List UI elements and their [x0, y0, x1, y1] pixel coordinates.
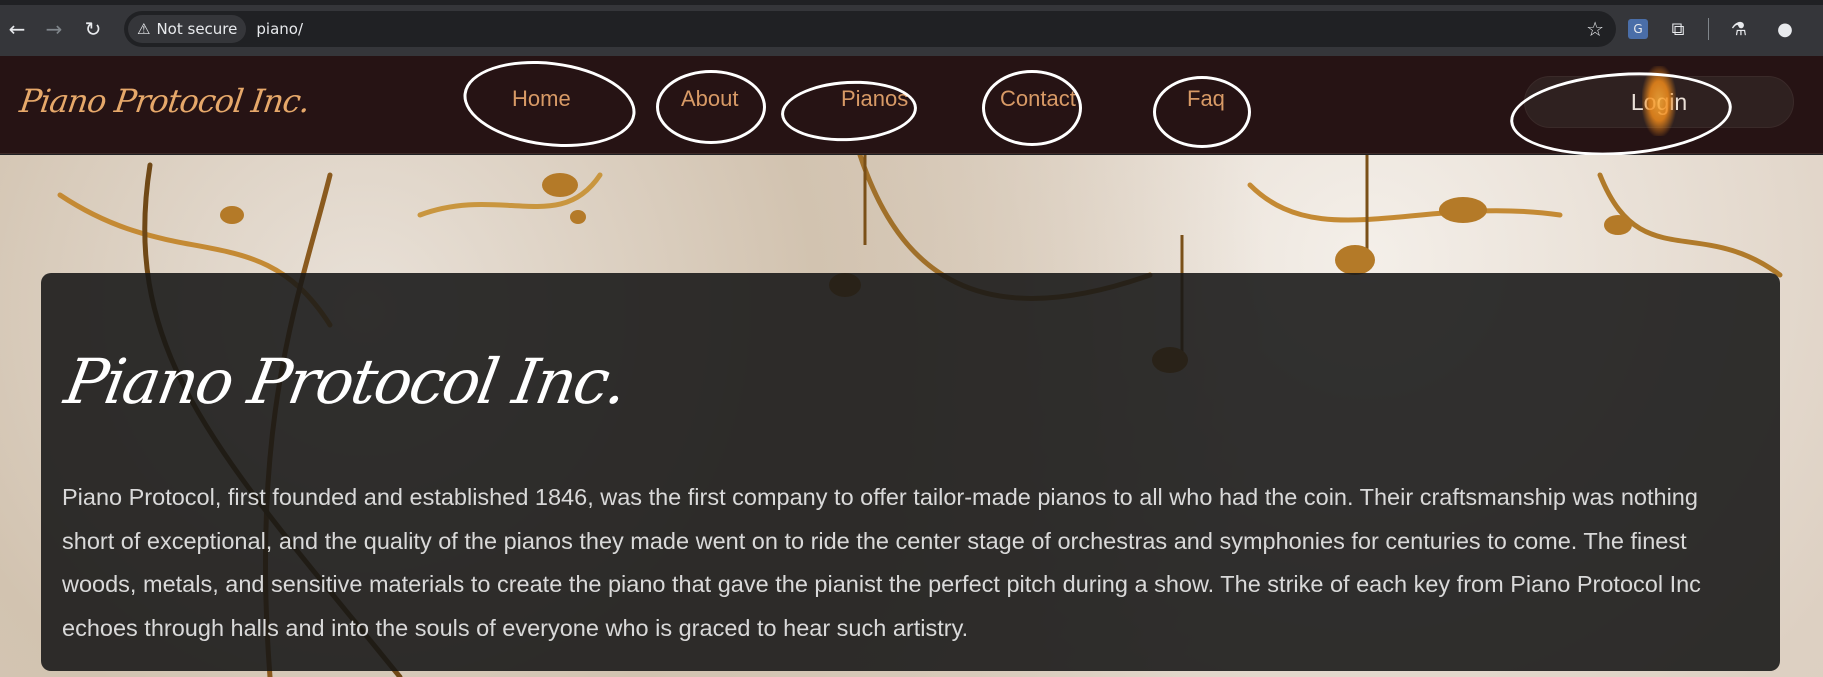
site-navbar: Piano Protocol Inc. Home About Pianos Co… [0, 56, 1823, 154]
hero-description: Piano Protocol, first founded and establ… [62, 484, 1701, 641]
login-glow-accent [1642, 66, 1676, 136]
nav-home-link[interactable]: Home [512, 86, 571, 112]
tab-strip [0, 0, 1823, 5]
security-label: Not secure [156, 20, 238, 38]
labs-flask-icon[interactable]: ⚗ [1723, 13, 1755, 45]
profile-avatar-icon[interactable]: ● [1769, 13, 1801, 45]
translate-icon[interactable]: G [1628, 19, 1648, 39]
hero-title: Piano Protocol Inc. [59, 345, 632, 418]
url-text[interactable]: piano/ [256, 20, 303, 38]
extensions-area: G ⧉ ⚗ ● ⋮ [1628, 13, 1823, 45]
warning-icon: ⚠ [137, 20, 151, 38]
brand-logo[interactable]: Piano Protocol Inc. [17, 82, 311, 120]
nav-contact-link[interactable]: Contact [1000, 86, 1076, 112]
bookmark-star-icon[interactable]: ☆ [1586, 17, 1604, 41]
browser-toolbar: ← → ↻ ⚠ Not secure piano/ ☆ G ⧉ ⚗ ● ⋮ [0, 0, 1823, 56]
toolbar-divider [1708, 18, 1709, 40]
address-bar[interactable]: ⚠ Not secure piano/ ☆ [124, 11, 1616, 47]
nav-about-link[interactable]: About [681, 86, 739, 112]
forward-icon[interactable]: → [39, 14, 69, 44]
back-icon[interactable]: ← [2, 14, 32, 44]
security-chip[interactable]: ⚠ Not secure [128, 15, 247, 43]
extensions-puzzle-icon[interactable]: ⧉ [1662, 13, 1694, 45]
reload-icon[interactable]: ↻ [78, 14, 108, 44]
nav-faq-link[interactable]: Faq [1187, 86, 1225, 112]
menu-kebab-icon[interactable]: ⋮ [1815, 13, 1823, 45]
nav-pianos-link[interactable]: Pianos [841, 86, 908, 112]
